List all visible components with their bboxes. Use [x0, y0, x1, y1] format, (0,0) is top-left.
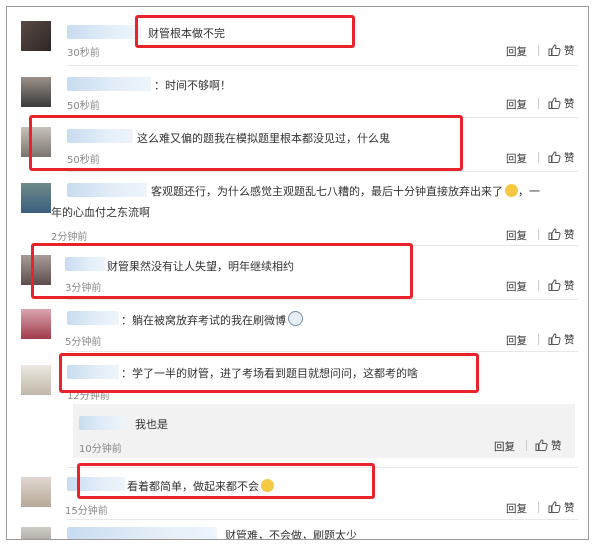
user-avatar[interactable]	[21, 365, 51, 395]
divider	[67, 519, 578, 520]
reply-button[interactable]: 回复	[506, 279, 527, 294]
action-divider	[538, 502, 539, 513]
highlight-box	[31, 243, 413, 299]
action-divider	[526, 440, 527, 451]
divider	[67, 171, 578, 172]
highlight-box	[59, 353, 479, 393]
thumbs-up-icon	[548, 44, 561, 56]
crying-emoji-icon	[505, 184, 518, 197]
reply-button[interactable]: 回复	[494, 439, 515, 454]
highlight-box	[135, 15, 355, 48]
like-button[interactable]: 赞	[548, 227, 575, 242]
comment-text: 客观题还行，为什么感觉主观题乱七八糟的，最后十分钟直接放弃出来了 ，一	[151, 183, 540, 199]
reply-button[interactable]: 回复	[506, 501, 527, 516]
user-avatar[interactable]	[21, 77, 51, 107]
reply-button[interactable]: 回复	[506, 333, 527, 348]
action-divider	[538, 229, 539, 240]
comment-text: ：时间不够啊！	[154, 79, 231, 92]
thumbs-up-icon	[535, 439, 548, 451]
user-avatar[interactable]	[21, 21, 51, 51]
thumbs-up-icon	[548, 97, 561, 109]
reply-button[interactable]: 回复	[506, 44, 527, 59]
comment-time: 15分钟前	[65, 506, 108, 517]
comment-text-body: ：躺在被窝放弃考试的我在刷微博	[121, 314, 286, 327]
like-button[interactable]: 赞	[535, 438, 562, 453]
comment-time: 10分钟前	[79, 444, 122, 455]
comment-text-line2: 年的心血付之东流啊	[51, 206, 150, 219]
like-label: 赞	[564, 45, 575, 57]
divider	[67, 351, 578, 352]
comment-time: 30秒前	[67, 48, 100, 59]
divider	[67, 65, 578, 66]
action-divider	[538, 334, 539, 345]
comment-time: 5分钟前	[65, 337, 102, 348]
highlight-box	[29, 115, 463, 171]
action-divider	[538, 280, 539, 291]
action-divider	[538, 98, 539, 109]
divider	[67, 299, 578, 300]
like-button[interactable]: 赞	[548, 150, 575, 165]
user-name[interactable]	[67, 77, 151, 91]
sub-reply: 我也是 10分钟前 回复 赞	[73, 404, 575, 458]
like-label: 赞	[564, 229, 575, 241]
like-label: 赞	[564, 502, 575, 514]
like-label: 赞	[564, 152, 575, 164]
comment-time: 50秒前	[67, 101, 100, 112]
comment-text: 财管难，不会做，刷题太少	[225, 529, 357, 540]
like-button[interactable]: 赞	[548, 278, 575, 293]
comment-text-tail: ，一	[518, 185, 540, 198]
like-label: 赞	[564, 334, 575, 346]
comment-time: 2分钟前	[51, 232, 88, 243]
user-avatar[interactable]	[21, 309, 51, 339]
user-name[interactable]	[67, 311, 119, 325]
user-avatar[interactable]	[21, 527, 51, 539]
comment-text: ：躺在被窝放弃考试的我在刷微博	[121, 311, 303, 328]
like-button[interactable]: 赞	[548, 43, 575, 58]
like-button[interactable]: 赞	[548, 332, 575, 347]
action-divider	[538, 152, 539, 163]
reply-button[interactable]: 回复	[506, 97, 527, 112]
thumbs-up-icon	[548, 501, 561, 513]
like-button[interactable]: 赞	[548, 96, 575, 111]
highlight-box	[77, 463, 375, 499]
user-name[interactable]	[67, 25, 141, 39]
user-avatar[interactable]	[21, 183, 51, 213]
thumbs-up-icon	[548, 333, 561, 345]
thumbs-up-icon	[548, 279, 561, 291]
user-name[interactable]	[67, 183, 147, 197]
comment-text: 我也是	[135, 418, 168, 431]
comment-text-line1: 客观题还行，为什么感觉主观题乱七八糟的，最后十分钟直接放弃出来了	[151, 185, 503, 198]
user-avatar[interactable]	[21, 477, 51, 507]
thumbs-up-icon	[548, 151, 561, 163]
like-label: 赞	[551, 440, 562, 452]
thumbs-up-icon	[548, 228, 561, 240]
weibo-emoji-icon	[288, 311, 303, 326]
like-label: 赞	[564, 98, 575, 110]
like-button[interactable]: 赞	[548, 500, 575, 515]
comment-list-frame: 财管根本做不完 30秒前 回复 赞 ：时间不够啊！ 50秒前 回复 赞 这么难又…	[6, 6, 589, 540]
user-name[interactable]	[79, 416, 125, 430]
user-name[interactable]	[67, 527, 217, 539]
reply-button[interactable]: 回复	[506, 228, 527, 243]
like-label: 赞	[564, 280, 575, 292]
action-divider	[538, 45, 539, 56]
reply-button[interactable]: 回复	[506, 151, 527, 166]
